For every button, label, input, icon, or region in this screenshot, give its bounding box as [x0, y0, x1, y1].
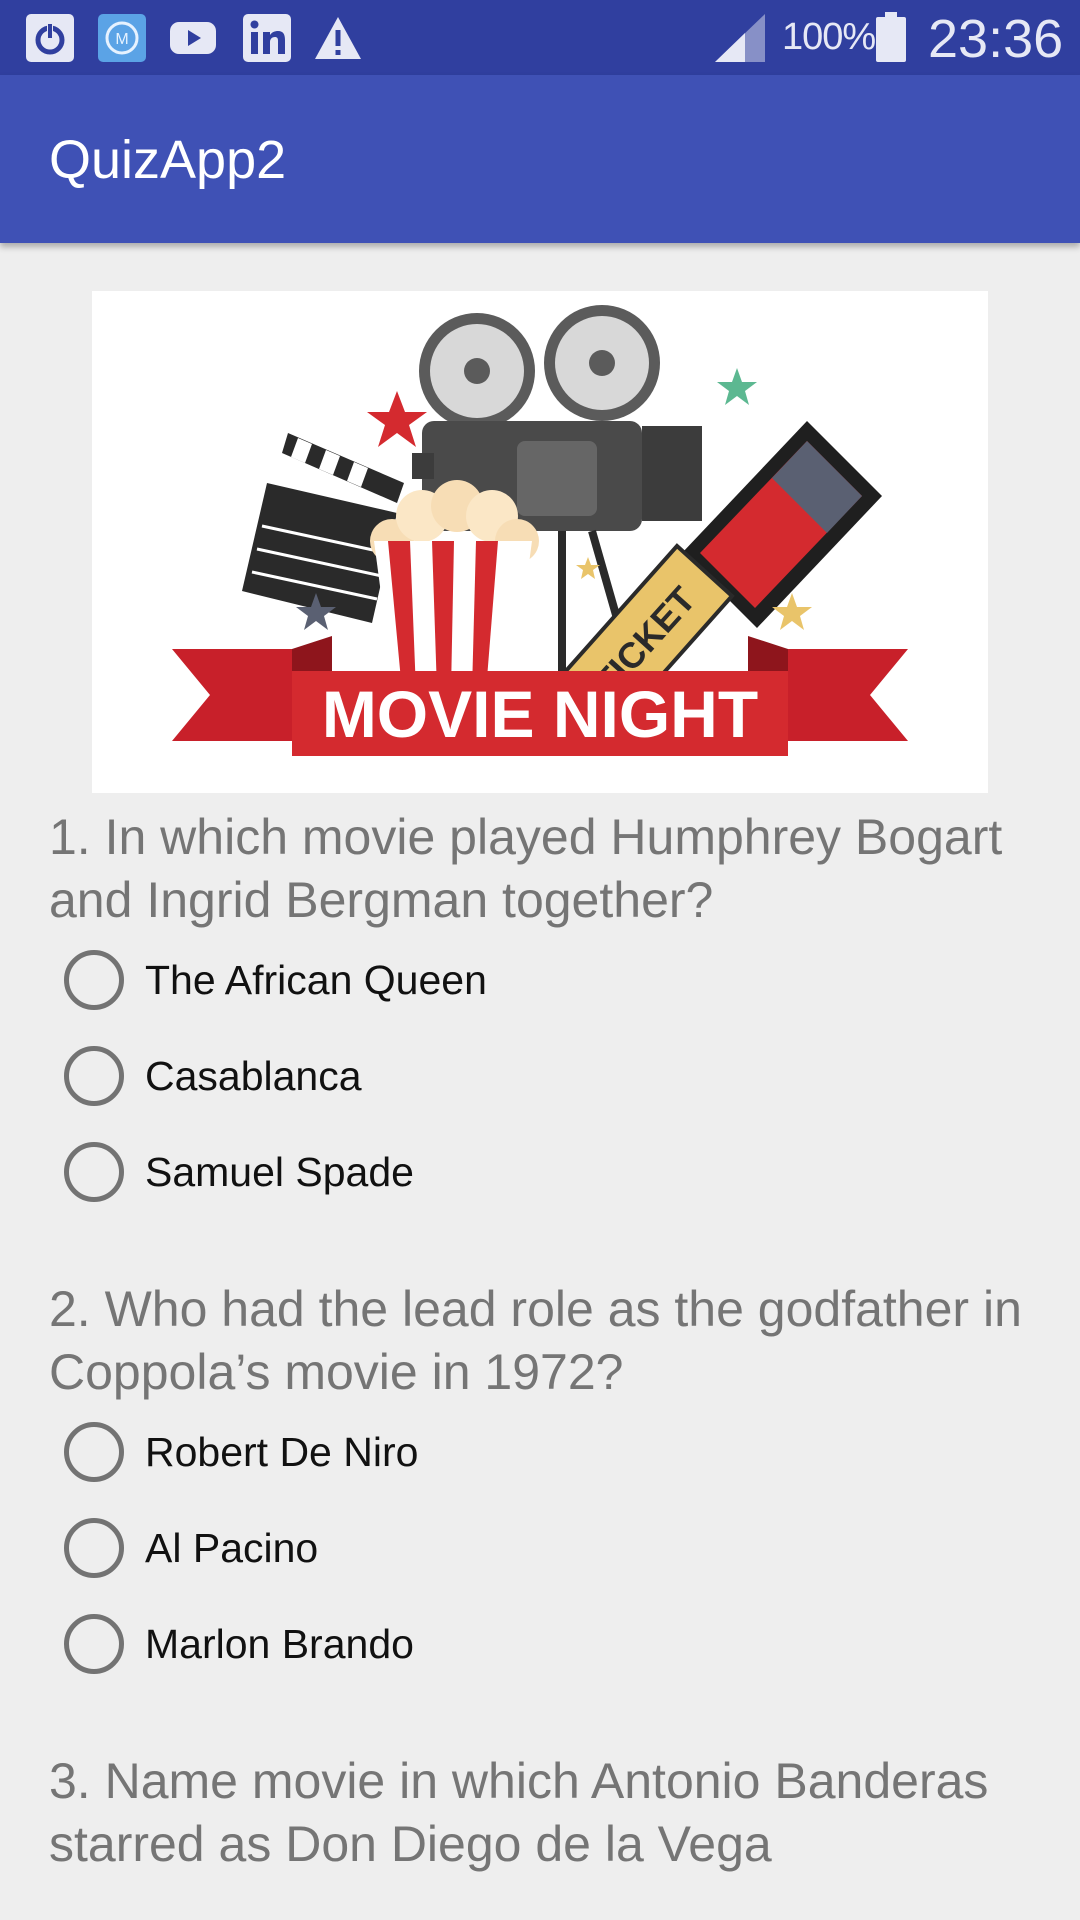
- option-label: Al Pacino: [145, 1524, 319, 1571]
- radio-button[interactable]: [64, 1142, 124, 1202]
- svg-text:M: M: [115, 31, 128, 48]
- status-bar: M 100% 23:36: [0, 0, 1080, 75]
- popcorn-icon: [370, 480, 539, 691]
- movie-night-image: TICKET MOVIE NIGHT: [92, 291, 988, 793]
- question-3-text: 3. Name movie in which Antonio Banderas …: [49, 1753, 989, 1872]
- radio-button[interactable]: [64, 1518, 124, 1578]
- quiz-scroll-content[interactable]: TICKET MOVIE NIGHT 1. In which movie pla…: [0, 243, 1080, 1920]
- option-label: The African Queen: [145, 956, 487, 1003]
- star-icon: [367, 391, 427, 447]
- option-label: Robert De Niro: [145, 1428, 419, 1475]
- power-icon: [26, 14, 74, 62]
- app-title: QuizApp2: [49, 130, 287, 190]
- question-1-text: 1. In which movie played Humphrey Bogart…: [49, 809, 1003, 928]
- radio-button[interactable]: [64, 1046, 124, 1106]
- battery-percent: 100%: [782, 16, 876, 58]
- app-bar: QuizApp2: [0, 75, 1080, 243]
- q1-option-1[interactable]: The African Queen: [64, 947, 964, 1013]
- warning-icon: [315, 17, 361, 59]
- radio-button[interactable]: [64, 1614, 124, 1674]
- q2-option-3[interactable]: Marlon Brando: [64, 1611, 964, 1677]
- battery-icon: [876, 12, 906, 62]
- option-label: Marlon Brando: [145, 1620, 414, 1667]
- radio-button[interactable]: [64, 950, 124, 1010]
- signal-icon: [715, 14, 765, 62]
- q1-option-2[interactable]: Casablanca: [64, 1043, 964, 1109]
- radio-button[interactable]: [64, 1422, 124, 1482]
- mailbox-icon: M: [98, 14, 146, 62]
- clock: 23:36: [928, 9, 1064, 69]
- q2-option-2[interactable]: Al Pacino: [64, 1515, 964, 1581]
- movie-night-banner-text: MOVIE NIGHT: [322, 677, 758, 751]
- youtube-icon: [170, 22, 216, 54]
- star-icon: [717, 368, 757, 405]
- linkedin-icon: [243, 14, 291, 62]
- movie-night-illustration: TICKET MOVIE NIGHT: [172, 305, 908, 756]
- question-2-text: 2. Who had the lead role as the godfathe…: [49, 1281, 1022, 1400]
- q1-option-3[interactable]: Samuel Spade: [64, 1139, 964, 1205]
- q2-option-1[interactable]: Robert De Niro: [64, 1419, 964, 1485]
- option-label: Casablanca: [145, 1052, 362, 1099]
- option-label: Samuel Spade: [145, 1148, 414, 1195]
